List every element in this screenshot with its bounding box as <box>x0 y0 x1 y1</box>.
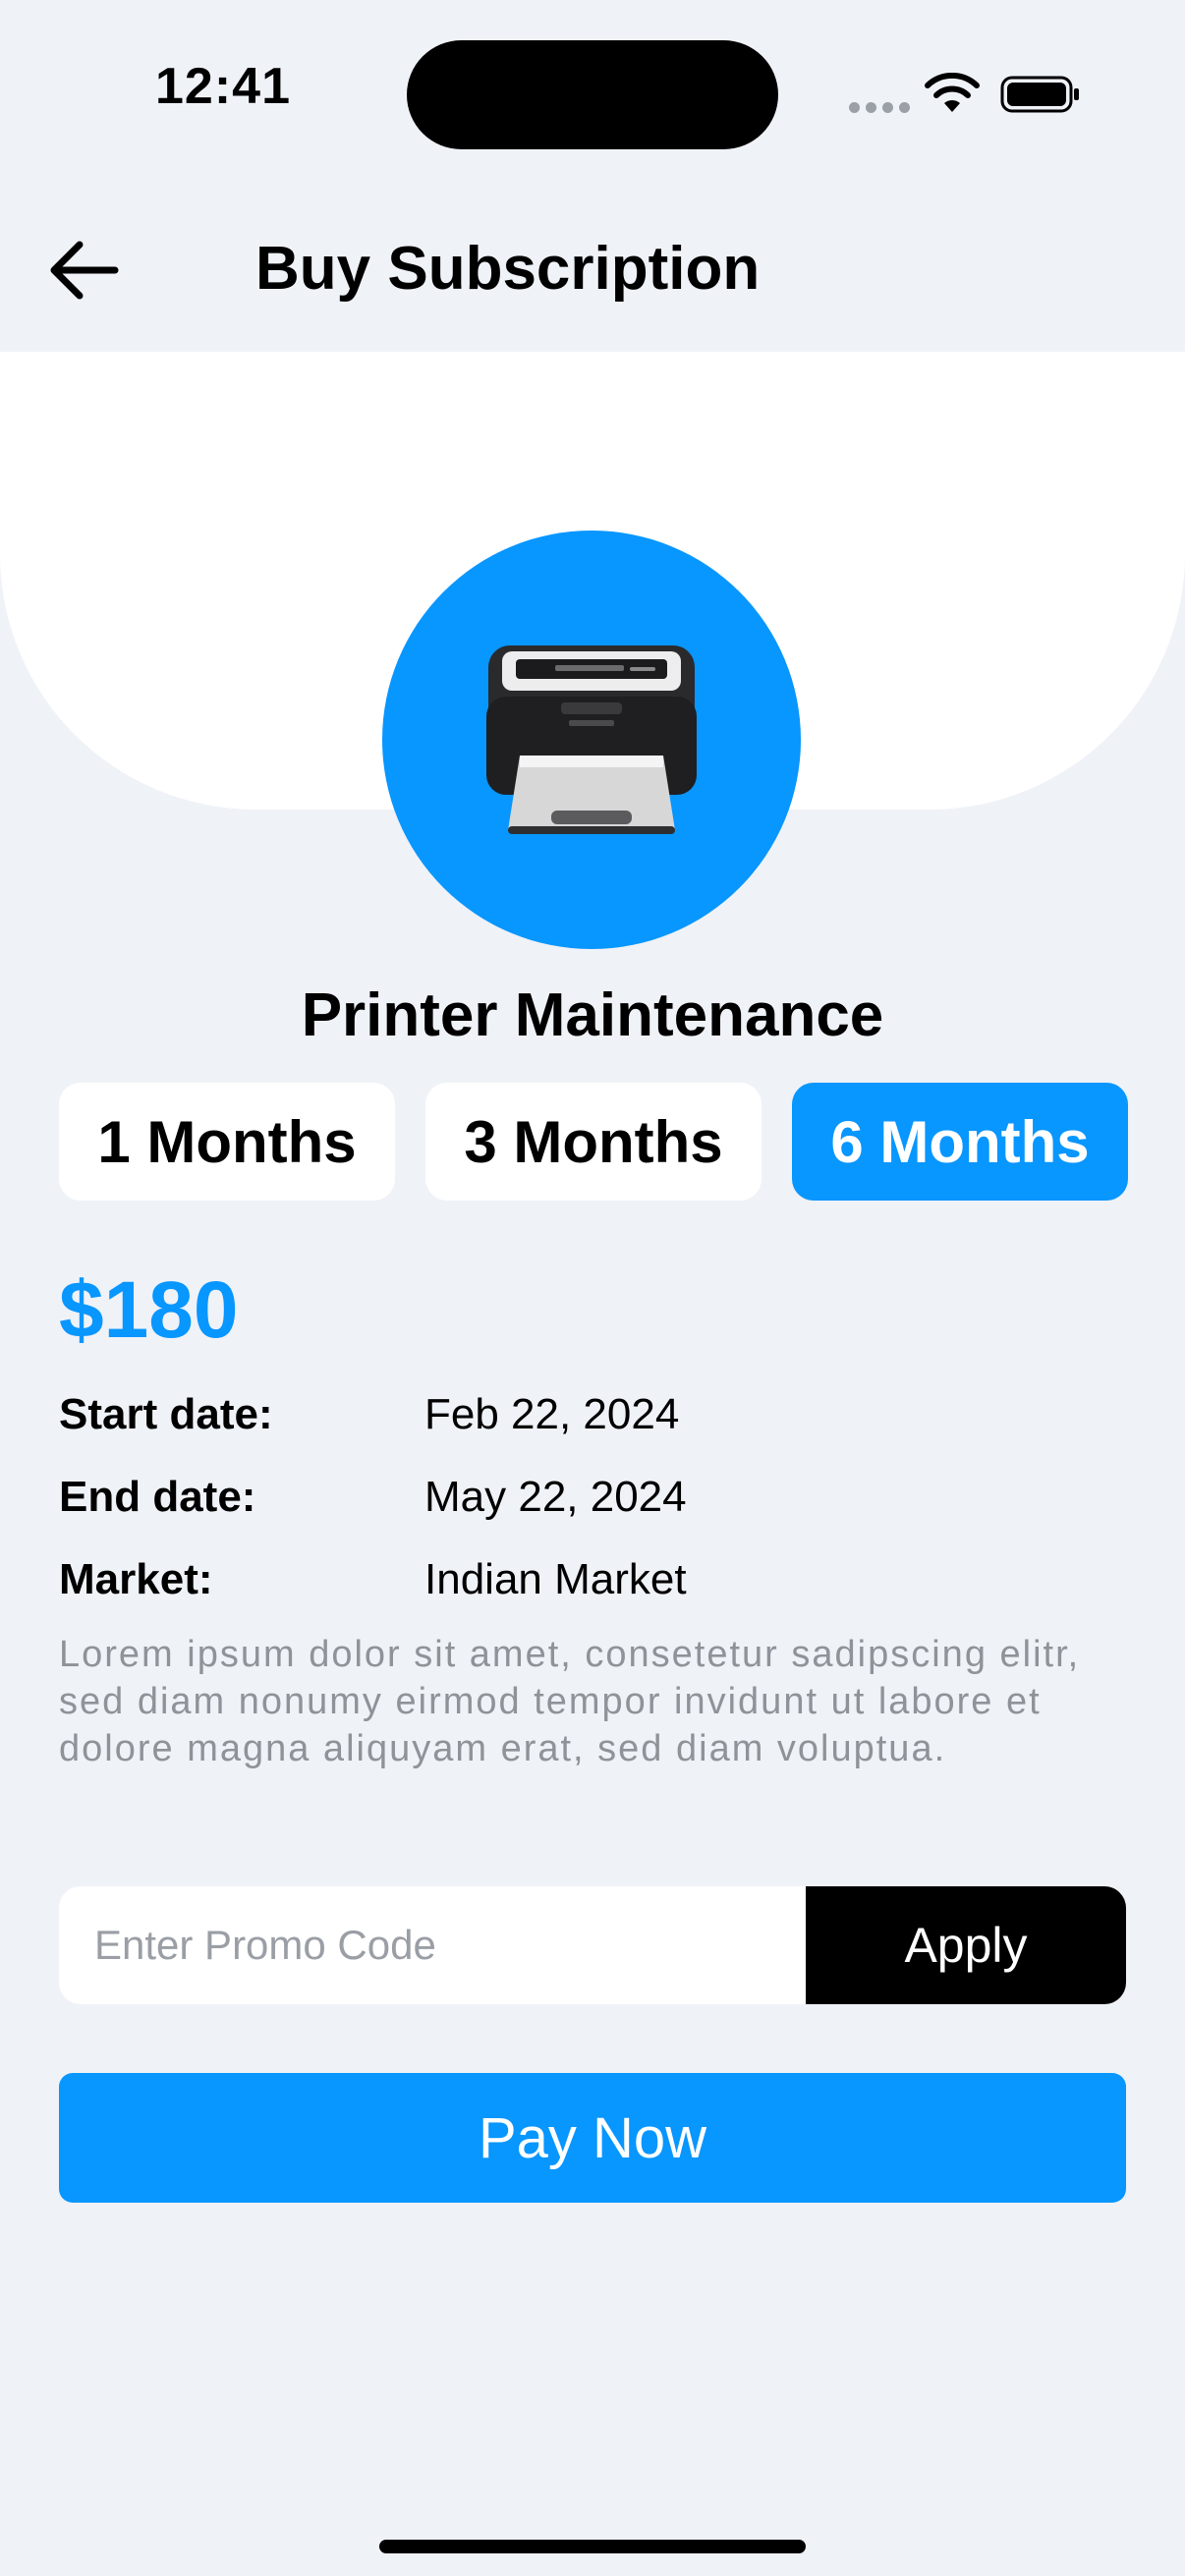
battery-icon <box>1000 76 1079 113</box>
service-name: Printer Maintenance <box>301 981 884 1049</box>
price: $180 <box>59 1265 239 1355</box>
status-time: 12:41 <box>155 58 291 115</box>
detail-row-market: Market: Indian Market <box>59 1548 1130 1631</box>
promo-code-group: Apply <box>59 1886 1126 2004</box>
back-button[interactable] <box>39 226 128 314</box>
duration-tabs: 1 Months 3 Months 6 Months <box>59 1083 1128 1201</box>
service-icon-circle <box>382 531 801 949</box>
detail-value: Feb 22, 2024 <box>424 1390 680 1438</box>
dynamic-island <box>407 40 778 149</box>
apply-button[interactable]: Apply <box>806 1886 1126 2004</box>
promo-code-input[interactable] <box>59 1886 806 2004</box>
subscription-details: Start date: Feb 22, 2024 End date: May 2… <box>59 1383 1130 1631</box>
signal-dots-icon <box>849 102 910 113</box>
pay-now-button[interactable]: Pay Now <box>59 2073 1126 2203</box>
arrow-left-icon <box>50 241 119 300</box>
home-indicator <box>379 2540 806 2553</box>
detail-value: Indian Market <box>424 1555 687 1603</box>
detail-label: End date: <box>59 1473 256 1521</box>
tab-6-months[interactable]: 6 Months <box>792 1083 1128 1201</box>
detail-row-start-date: Start date: Feb 22, 2024 <box>59 1383 1130 1466</box>
printer-icon <box>486 645 697 834</box>
detail-label: Start date: <box>59 1390 273 1438</box>
tab-1-months[interactable]: 1 Months <box>59 1083 395 1201</box>
status-bar: 12:41 <box>0 0 1185 187</box>
page-title: Buy Subscription <box>255 235 761 303</box>
wifi-icon <box>925 73 980 112</box>
description-text: Lorem ipsum dolor sit amet, consetetur s… <box>59 1634 1081 1769</box>
detail-row-end-date: End date: May 22, 2024 <box>59 1466 1130 1548</box>
detail-value: May 22, 2024 <box>424 1473 687 1521</box>
tab-3-months[interactable]: 3 Months <box>425 1083 762 1201</box>
detail-label: Market: <box>59 1555 213 1603</box>
header: Buy Subscription <box>0 187 1185 352</box>
